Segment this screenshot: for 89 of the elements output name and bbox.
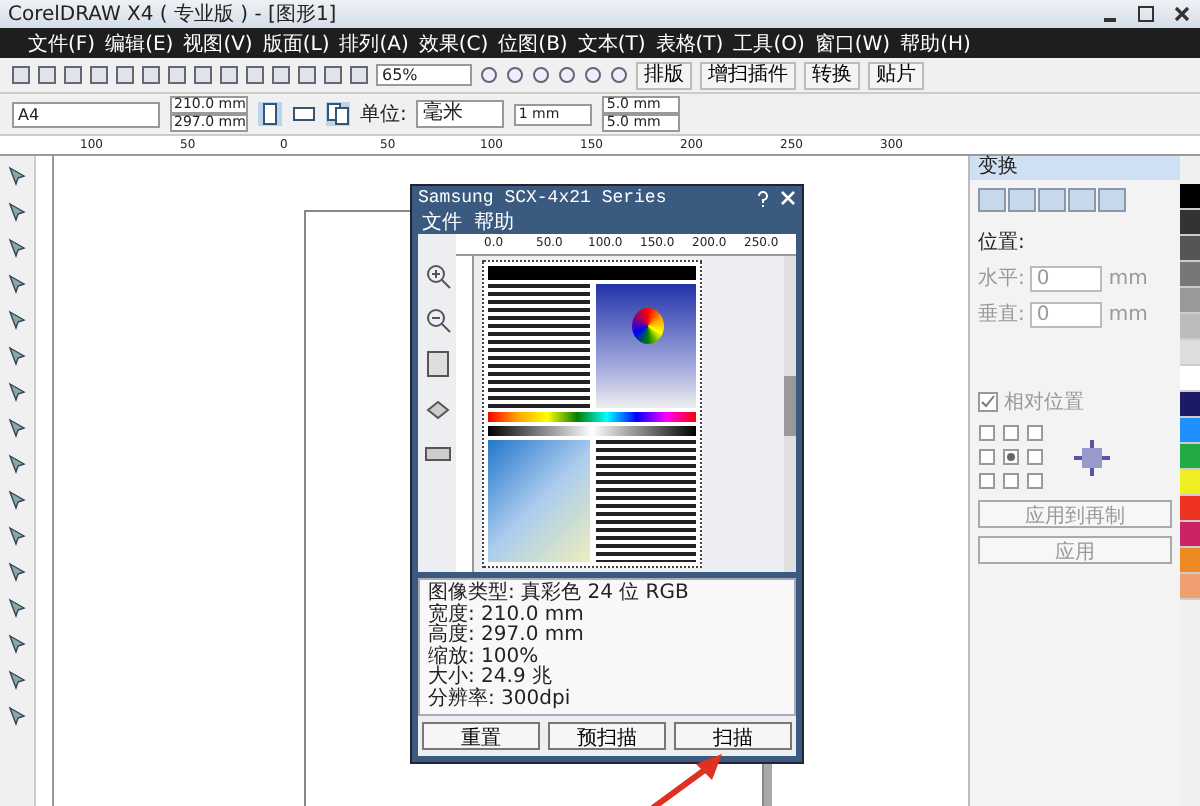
color-swatch[interactable]	[1180, 392, 1200, 418]
toolbar-button[interactable]: 贴片	[868, 61, 924, 89]
position-label: 位置:	[978, 229, 1025, 256]
tool-icon[interactable]	[6, 200, 28, 222]
tool-icon[interactable]	[6, 452, 28, 474]
menu-item[interactable]: 文件(F)	[28, 29, 96, 57]
color-swatch[interactable]	[1180, 522, 1200, 548]
line-pattern	[488, 284, 589, 407]
menu-item[interactable]: 编辑(E)	[105, 29, 174, 57]
tool-icon[interactable]	[6, 488, 28, 510]
photo-placeholder	[595, 284, 696, 407]
color-swatch[interactable]	[1180, 366, 1200, 392]
maximize-icon[interactable]	[1136, 4, 1156, 24]
color-swatch[interactable]	[1180, 340, 1200, 366]
dialog-title: Samsung SCX-4x21 Series	[418, 188, 669, 208]
panel-title: 变换	[978, 156, 1018, 178]
help-icon[interactable]	[756, 189, 770, 207]
menu-item[interactable]: 表格(T)	[655, 29, 724, 57]
field-label: 垂直:	[978, 301, 1025, 328]
landscape-icon[interactable]	[292, 102, 316, 126]
tool-icon[interactable]	[6, 164, 28, 186]
scrollbar[interactable]	[784, 256, 796, 572]
menu-item[interactable]: 文本(T)	[577, 29, 646, 57]
tool-icon[interactable]	[6, 380, 28, 402]
info-text: 缩放: 100%	[428, 647, 539, 667]
menu-item[interactable]: 排列(A)	[339, 29, 409, 57]
toolbar-button[interactable]: 转换	[804, 61, 860, 89]
pages-icon[interactable]	[326, 102, 350, 126]
color-swatch[interactable]	[1180, 236, 1200, 262]
color-swatch[interactable]	[1180, 262, 1200, 288]
close-icon[interactable]	[1172, 4, 1192, 24]
tool-icon[interactable]	[6, 560, 28, 582]
unit-label: mm	[1108, 267, 1148, 289]
color-swatch[interactable]	[1180, 314, 1200, 340]
color-swatch[interactable]	[1180, 470, 1200, 496]
tool-icon[interactable]	[6, 596, 28, 618]
menu-item[interactable]: 版面(L)	[262, 29, 330, 57]
paper-size-dropdown[interactable]: A4	[12, 101, 160, 127]
menu-item[interactable]: 位图(B)	[498, 29, 568, 57]
menu-item[interactable]: 帮助(H)	[900, 29, 971, 57]
info-text: 图像类型: 真彩色 24 位 RGB	[428, 584, 691, 604]
color-swatch[interactable]	[1180, 184, 1200, 210]
fit-page-icon[interactable]	[423, 350, 451, 378]
info-text: 分辨率: 300dpi	[428, 689, 573, 710]
tool-icon[interactable]	[6, 524, 28, 546]
tool-icon[interactable]	[6, 344, 28, 366]
relative-checkbox[interactable]	[978, 392, 998, 412]
tool-icon[interactable]	[6, 416, 28, 438]
field-label: 水平:	[978, 265, 1025, 292]
menu-item[interactable]: 视图(V)	[183, 29, 253, 57]
menu-item[interactable]: 帮助	[474, 208, 514, 236]
zoom-out-icon[interactable]	[423, 306, 451, 334]
tool-icon[interactable]	[6, 704, 28, 726]
color-swatch[interactable]	[1180, 548, 1200, 574]
menu-item[interactable]: 文件	[422, 208, 462, 236]
color-swatch[interactable]	[1180, 444, 1200, 470]
tool-icon[interactable]	[6, 272, 28, 294]
toolbar-button[interactable]: 增扫插件	[700, 61, 796, 89]
color-swatch[interactable]	[1180, 496, 1200, 522]
line-pattern	[595, 439, 696, 562]
tool-icon[interactable]	[6, 668, 28, 690]
color-swatch[interactable]	[1180, 288, 1200, 314]
info-text: 高度: 297.0 mm	[428, 626, 586, 646]
unit-dropdown[interactable]: 毫米	[416, 100, 505, 128]
unit-label: 单位:	[360, 101, 407, 128]
dialog-button[interactable]: 重置	[422, 722, 540, 750]
color-swatch[interactable]	[1180, 418, 1200, 444]
info-text: 大小: 24.9 兆	[428, 668, 554, 688]
dialog-button[interactable]: 预扫描	[548, 722, 666, 750]
color-swatch[interactable]	[1180, 210, 1200, 236]
menu-item[interactable]: 工具(O)	[733, 29, 805, 57]
checkbox-label: 相对位置	[1004, 389, 1084, 416]
menu-item[interactable]: 窗口(W)	[814, 29, 891, 57]
tool-icon[interactable]	[6, 236, 28, 258]
toolbar-button[interactable]: 排版	[636, 61, 692, 89]
zoom-dropdown[interactable]: 65%	[376, 64, 472, 86]
info-text: 宽度: 210.0 mm	[428, 605, 586, 625]
zoom-in-icon[interactable]	[423, 262, 451, 290]
anchor-grid-icon[interactable]	[978, 424, 1046, 492]
unit-label: mm	[1108, 303, 1148, 325]
tool-icon[interactable]	[6, 632, 28, 654]
dialog-button[interactable]: 扫描	[674, 722, 792, 750]
tool-icon[interactable]	[6, 308, 28, 330]
pointer-arrow	[646, 750, 726, 806]
photo-placeholder	[488, 439, 589, 562]
menu-item[interactable]: 效果(C)	[418, 29, 489, 57]
window-title: CorelDRAW X4 ( 专业版 ) - [图形1]	[8, 1, 337, 28]
portrait-icon[interactable]	[258, 102, 282, 126]
color-swatch[interactable]	[1180, 574, 1200, 600]
